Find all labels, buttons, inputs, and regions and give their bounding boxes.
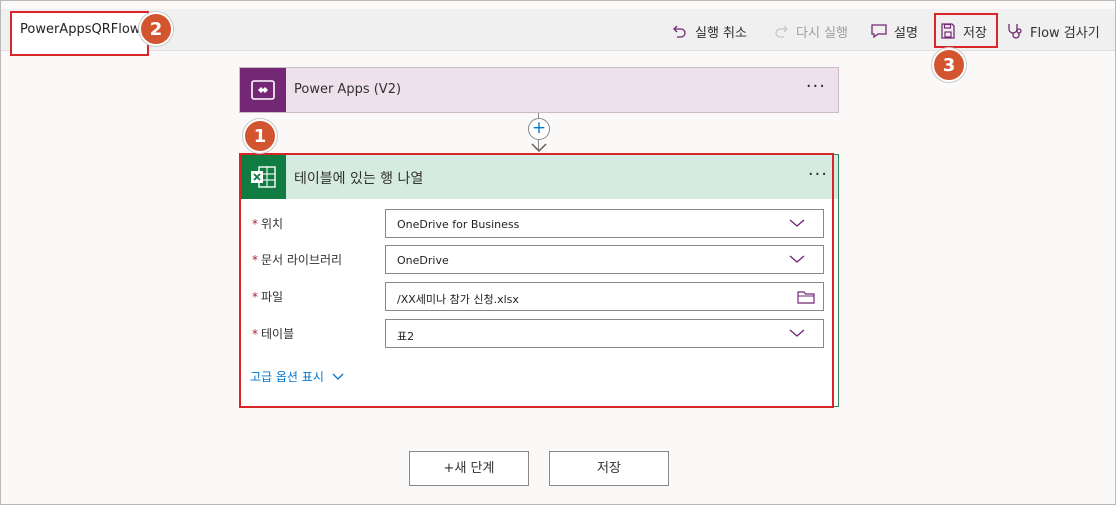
callout-badge-1: 1 (243, 119, 277, 153)
power-apps-icon (251, 80, 275, 100)
field-label-file: * 파일 (252, 290, 284, 304)
callout-badge-3: 3 (932, 48, 966, 82)
comment-icon (871, 24, 887, 39)
chevron-down-icon (332, 373, 344, 380)
trigger-card[interactable]: Power Apps (V2) ··· (239, 67, 839, 113)
table-value: 표2 (397, 330, 415, 343)
insert-step-button[interactable]: + (528, 118, 550, 140)
undo-icon (673, 25, 686, 38)
flow-checker-label: Flow 검사기 (1030, 25, 1100, 41)
new-step-button[interactable]: +새 단계 (409, 451, 529, 486)
file-input[interactable]: /XX세미나 참가 신청.xlsx (385, 282, 824, 311)
action-title: 테이블에 있는 행 나열 (294, 171, 424, 187)
field-label-table: * 테이블 (252, 327, 295, 341)
chevron-down-icon (789, 255, 805, 263)
comment-label: 설명 (894, 25, 918, 41)
chevron-down-icon (789, 329, 805, 337)
trigger-more-icon[interactable]: ··· (806, 78, 826, 96)
field-label-location: * 위치 (252, 217, 284, 231)
redo-label: 다시 실행 (796, 25, 848, 41)
save-button[interactable]: 저장 (549, 451, 669, 486)
callout-badge-2: 2 (139, 12, 173, 46)
trigger-title: Power Apps (V2) (294, 82, 402, 97)
action-more-icon[interactable]: ··· (808, 166, 828, 184)
trigger-icon-tile (240, 68, 286, 112)
redo-button[interactable]: 다시 실행 (772, 20, 848, 42)
field-label-library: * 문서 라이브러리 (252, 253, 343, 267)
undo-button[interactable]: 실행 취소 (671, 20, 747, 42)
table-dropdown[interactable]: 표2 (385, 319, 824, 348)
flow-name-field[interactable]: PowerAppsQRFlow (10, 11, 149, 56)
advanced-options-label: 고급 옵션 표시 (250, 370, 324, 384)
action-icon-tile (240, 155, 286, 199)
save-highlight (934, 13, 998, 48)
folder-icon[interactable] (797, 290, 815, 304)
flow-checker-button[interactable]: Flow 검사기 (1006, 20, 1100, 42)
action-card: 테이블에 있는 행 나열 ··· * 위치 OneDrive for Busine… (239, 154, 839, 407)
action-header[interactable]: 테이블에 있는 행 나열 ··· (240, 155, 838, 199)
redo-icon (775, 25, 788, 38)
library-value: OneDrive (397, 254, 449, 267)
comment-button[interactable]: 설명 (870, 20, 918, 42)
location-value: OneDrive for Business (397, 218, 520, 231)
excel-icon (251, 166, 276, 188)
file-value: /XX세미나 참가 신청.xlsx (397, 293, 519, 306)
stethoscope-icon (1008, 24, 1022, 39)
document-library-dropdown[interactable]: OneDrive (385, 245, 824, 274)
chevron-down-icon (789, 219, 805, 227)
location-dropdown[interactable]: OneDrive for Business (385, 209, 824, 238)
undo-label: 실행 취소 (695, 25, 747, 41)
connector-arrow-icon (531, 143, 547, 153)
advanced-options-link[interactable]: 고급 옵션 표시 (250, 368, 344, 385)
